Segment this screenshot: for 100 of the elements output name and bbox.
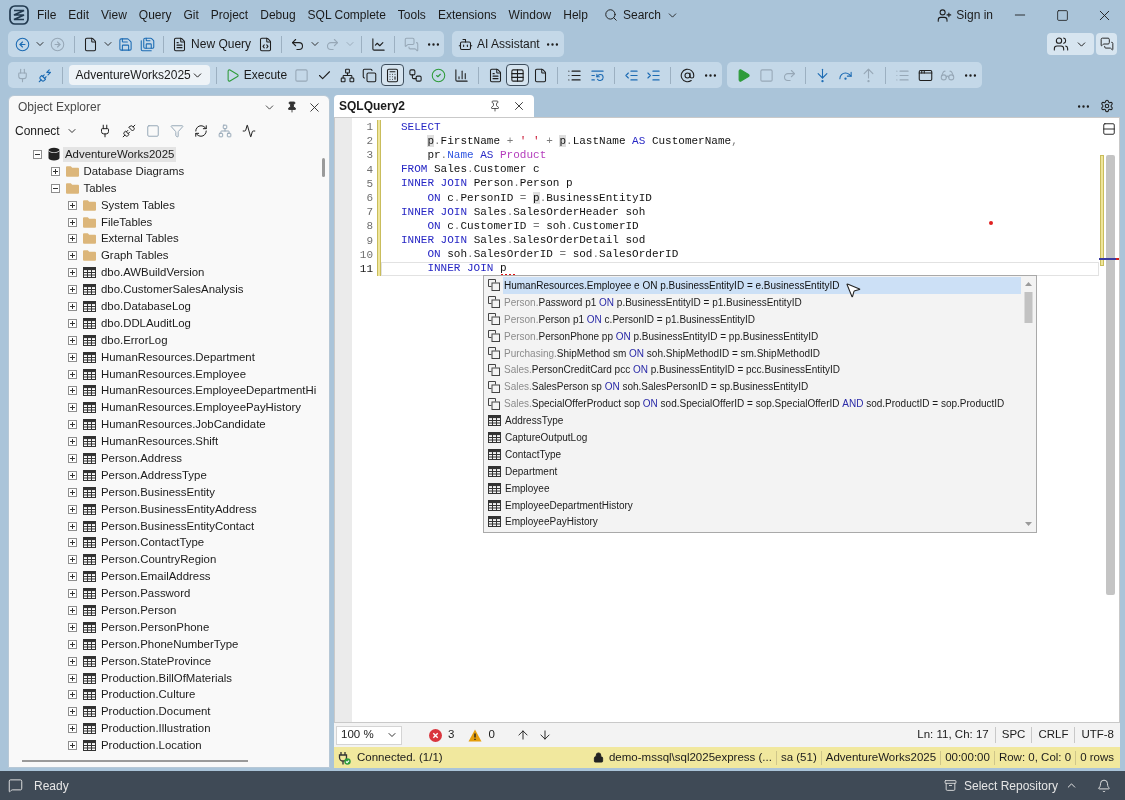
floppy-disks-icon[interactable] <box>139 36 155 52</box>
plus-square-icon[interactable] <box>68 251 77 261</box>
pin-icon[interactable] <box>489 100 501 112</box>
tree-item[interactable]: Person.Person <box>99 603 179 618</box>
plus-square-icon[interactable] <box>68 690 77 700</box>
editor-tab[interactable]: SQLQuery2 <box>334 95 534 117</box>
tree-item[interactable]: Production.Culture <box>99 687 198 703</box>
check-circle-icon[interactable] <box>430 67 446 83</box>
tree-item[interactable]: Person.PhoneNumberType <box>99 636 241 652</box>
tree-item[interactable]: dbo.DDLAuditLog <box>99 315 193 331</box>
tree-item[interactable]: Person.EmailAddress <box>99 569 213 585</box>
speech-bubble-icon[interactable] <box>8 778 23 793</box>
split-icon[interactable] <box>1102 122 1116 136</box>
plus-square-icon[interactable] <box>50 166 60 176</box>
scrollbar-thumb[interactable] <box>22 760 248 762</box>
vertical-scrollbar[interactable] <box>1099 155 1119 595</box>
select-repository-button[interactable]: Select Repository <box>963 776 1078 795</box>
plus-square-icon[interactable] <box>68 318 77 328</box>
menu-item[interactable]: Project <box>204 4 255 26</box>
plus-square-icon[interactable] <box>68 403 77 413</box>
toolbar-button[interactable] <box>1047 33 1094 55</box>
tree-item[interactable]: AdventureWorks2025 <box>63 146 177 162</box>
plus-square-icon[interactable] <box>68 234 77 244</box>
error-count-button[interactable]: 3 <box>429 726 455 744</box>
workflow-icon[interactable] <box>408 67 424 83</box>
plus-square-icon[interactable] <box>68 285 77 295</box>
plus-square-icon[interactable] <box>68 301 77 311</box>
toolbar-button[interactable] <box>1096 33 1117 55</box>
plus-square-icon[interactable] <box>68 504 77 514</box>
indent-icon[interactable] <box>646 67 662 83</box>
zoom-select[interactable]: 100 % <box>336 725 402 745</box>
at-sign-icon[interactable] <box>680 67 696 83</box>
plus-square-icon[interactable] <box>68 589 77 599</box>
plug-zap-icon[interactable] <box>37 67 53 83</box>
tree-item[interactable]: Person.BusinessEntityContact <box>99 518 257 534</box>
suggestion-item[interactable]: Department <box>504 462 1021 480</box>
plus-square-icon[interactable] <box>68 724 77 734</box>
suggestion-item[interactable]: ContactType <box>504 445 1021 463</box>
tree-item[interactable]: Production.Illustration <box>99 721 213 737</box>
suggestion-item[interactable]: Sales.PersonCreditCard pcc ON p.BusinessEntityID = pcc.BusinessEntityID <box>503 361 1021 379</box>
execute-button[interactable]: Execute <box>221 64 291 86</box>
plus-square-icon[interactable] <box>68 217 77 227</box>
plus-square-icon[interactable] <box>68 335 77 345</box>
settings-icon[interactable] <box>1100 99 1114 113</box>
plus-square-icon[interactable] <box>68 521 77 531</box>
tree-item[interactable]: Person.StateProvince <box>99 653 214 669</box>
chart-icon[interactable] <box>370 36 386 52</box>
menu-item[interactable]: Tools <box>391 4 432 26</box>
plus-square-icon[interactable] <box>68 420 77 430</box>
menu-item[interactable]: Edit <box>62 4 96 26</box>
undo-icon[interactable] <box>290 36 306 52</box>
warning-count-button[interactable]: 0 <box>468 726 495 744</box>
tree-item[interactable]: Production.Document <box>99 704 213 720</box>
plus-square-icon[interactable] <box>68 437 77 447</box>
menu-item[interactable]: Extensions <box>431 4 503 26</box>
window-icon[interactable] <box>917 67 933 83</box>
document-icon[interactable] <box>487 67 503 83</box>
tree-item[interactable]: Person.CountryRegion <box>99 552 219 568</box>
plus-square-icon[interactable] <box>68 555 77 565</box>
suggestion-item[interactable]: Person.Person p1 ON c.PersonID = p1.BusinessEntityID <box>503 310 1021 328</box>
menu-item[interactable]: SQL Complete <box>301 4 392 26</box>
tree-item[interactable]: Person.Password <box>99 586 193 602</box>
circle-arrow-left-icon[interactable] <box>15 36 31 52</box>
tree-item[interactable]: HumanResources.Employee <box>99 366 248 382</box>
refresh-icon[interactable] <box>193 124 208 138</box>
suggestion-item[interactable]: Employee <box>504 479 1021 497</box>
plus-square-icon[interactable] <box>68 741 77 751</box>
tree-item[interactable]: Person.Address <box>99 450 185 466</box>
suggestion-item[interactable]: EmployeePayHistory <box>504 513 1021 531</box>
tree-item[interactable]: Person.AddressType <box>99 467 209 483</box>
plus-square-icon[interactable] <box>68 200 77 210</box>
tree-item[interactable]: dbo.AWBuildVersion <box>99 265 207 281</box>
suggestion-item[interactable]: Sales.SalesPerson sp ON soh.SalesPersonID = sp.BusinessEntityID <box>503 378 1021 396</box>
suggestion-item[interactable]: Person.Password p1 ON p.BusinessEntityID = p1.BusinessEntityID <box>503 293 1021 311</box>
file-icon[interactable] <box>533 67 549 83</box>
tree-item[interactable]: HumanResources.JobCandidate <box>99 417 268 433</box>
pin-icon[interactable] <box>286 101 298 113</box>
plus-square-icon[interactable] <box>68 369 77 379</box>
menu-item[interactable]: Window <box>502 4 558 26</box>
tree-item[interactable]: Production.BillOfMaterials <box>99 670 235 686</box>
bell-icon[interactable] <box>1097 778 1111 793</box>
plus-square-icon[interactable] <box>68 386 77 396</box>
tree-item[interactable]: Person.BusinessEntity <box>99 484 217 500</box>
plus-square-icon[interactable] <box>68 487 77 497</box>
tree-item[interactable]: Person.ContactType <box>99 535 207 551</box>
tree-item[interactable]: Graph Tables <box>99 248 171 264</box>
tree-item[interactable]: HumanResources.Shift <box>99 434 221 450</box>
suggestion-item[interactable]: Purchasing.ShipMethod sm ON soh.ShipMethodID = sm.ShipMethodID <box>503 344 1021 362</box>
tree-item[interactable]: dbo.DatabaseLog <box>99 298 193 314</box>
tree-item[interactable]: Database Diagrams <box>81 163 187 179</box>
menu-item[interactable]: File <box>31 4 63 26</box>
unplug-icon[interactable] <box>121 124 136 138</box>
tree-item[interactable]: dbo.ErrorLog <box>99 332 170 348</box>
tree-item[interactable]: System Tables <box>99 197 177 213</box>
tree-item[interactable]: Person.PersonPhone <box>99 619 212 635</box>
plus-square-icon[interactable] <box>68 707 77 717</box>
list-icon[interactable] <box>567 67 583 83</box>
plus-square-icon[interactable] <box>68 673 77 683</box>
tree-item[interactable]: FileTables <box>99 214 155 230</box>
encoding[interactable]: UTF-8 <box>1081 726 1114 744</box>
